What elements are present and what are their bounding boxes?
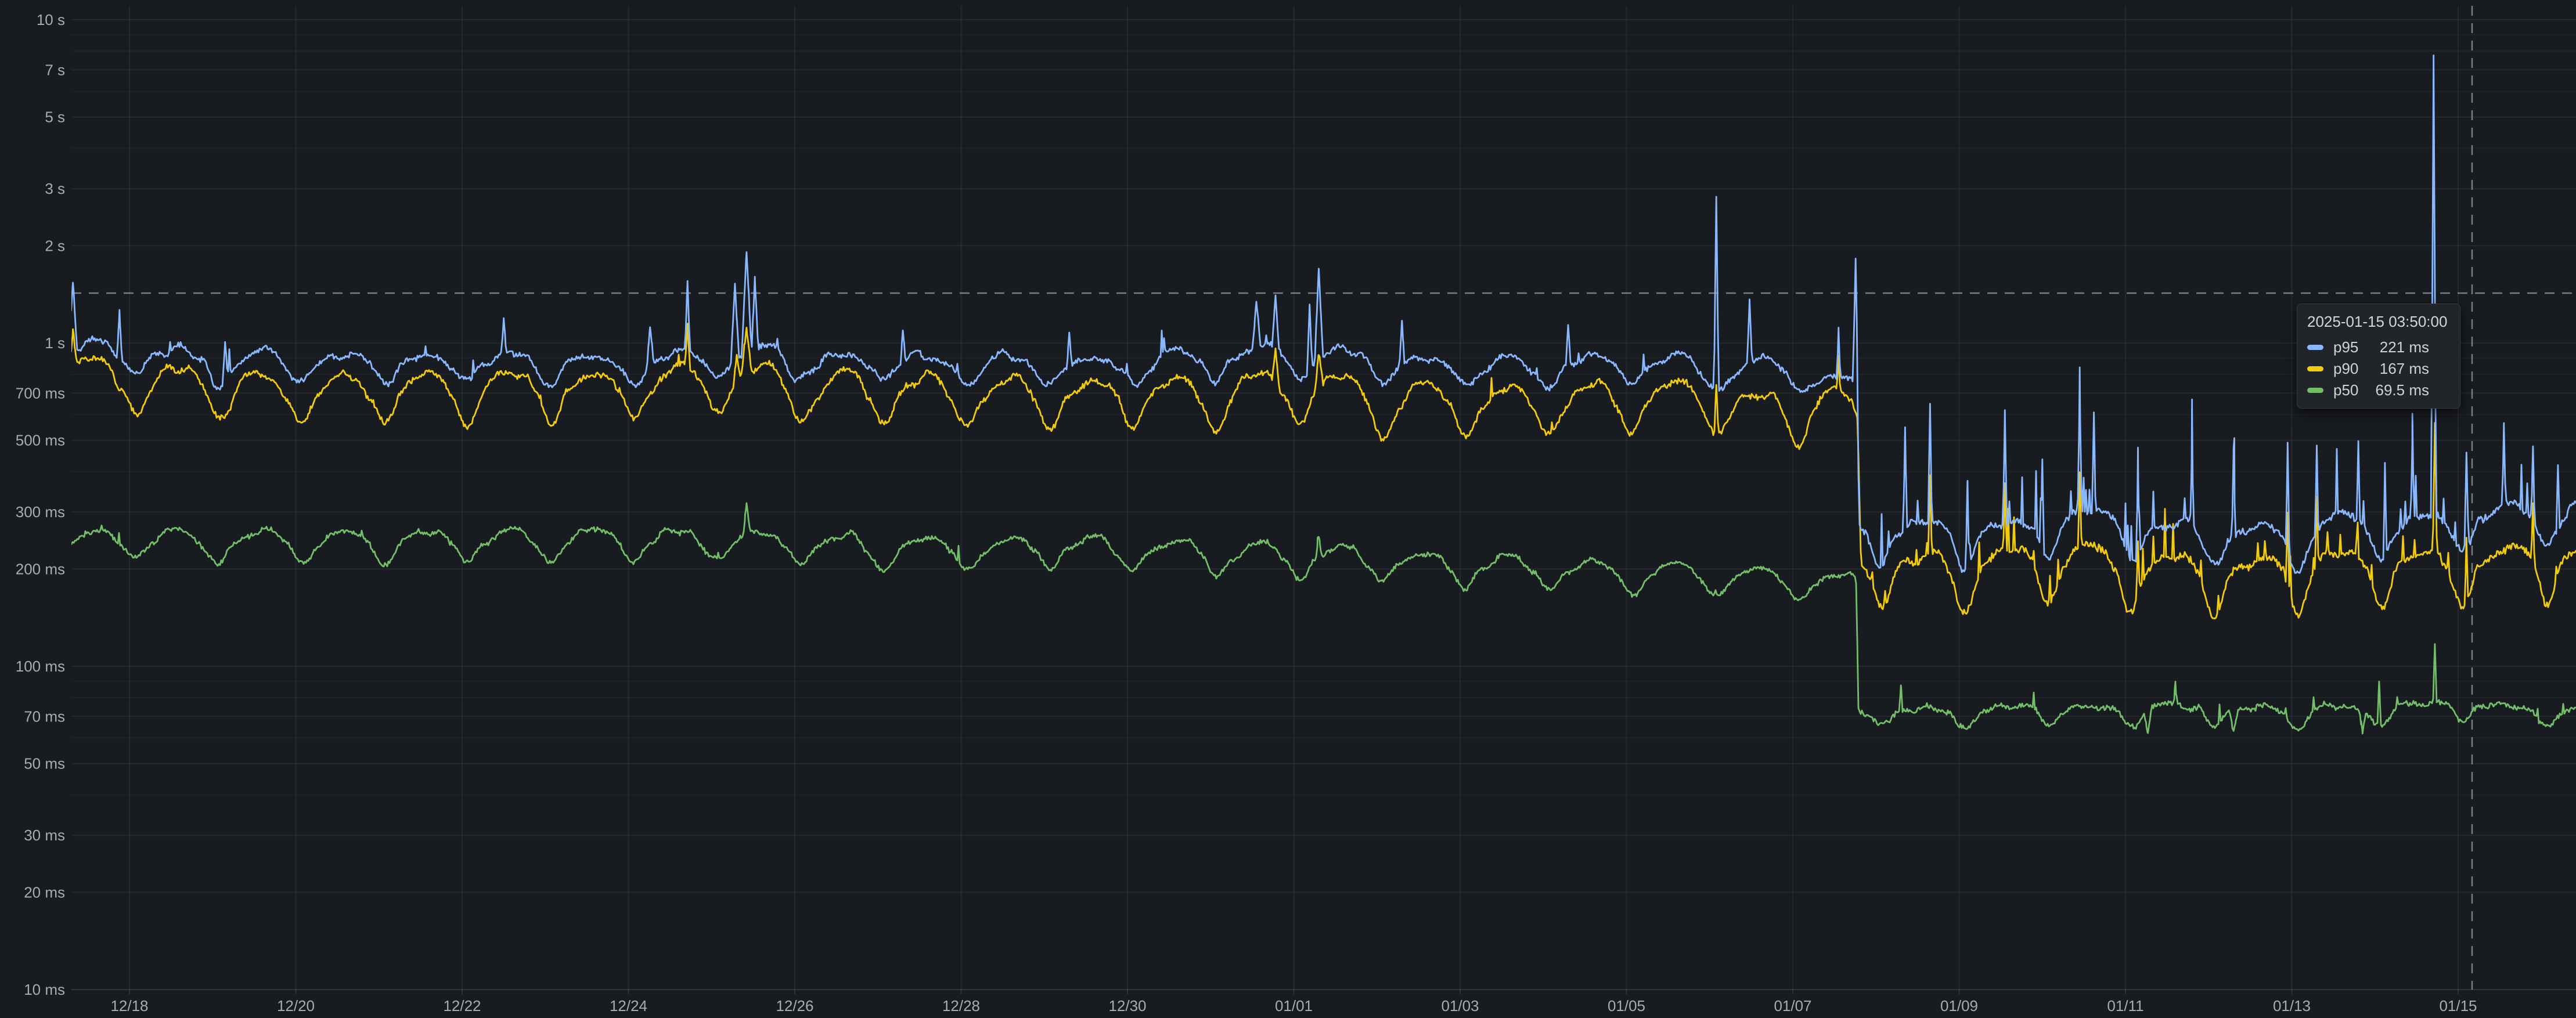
tooltip-rows: p95 221 ms p90 167 ms p50 69.5 ms [2307,337,2450,401]
x-tick-label: 01/01 [1275,997,1313,1015]
series-line-p95 [71,55,2576,573]
tooltip-series-value: 69.5 ms [2376,381,2430,399]
y-tick-label: 5 s [45,109,65,126]
grid-layer [71,6,2576,994]
x-tick-label: 12/24 [610,997,647,1015]
series-color-swatch-icon [2307,388,2323,393]
y-tick-label: 1 s [45,334,65,352]
y-tick-label: 20 ms [24,883,65,901]
x-tick-label: 01/05 [1608,997,1645,1015]
chart-canvas[interactable]: 10 s 7 s 5 s 3 s 2 s 1 s 700 ms 500 ms 300 ms 200… [0,0,2576,1018]
x-tick-label: 12/28 [942,997,980,1015]
tooltip-series-value: 167 ms [2380,360,2429,378]
tooltip-series-label: p90 [2333,360,2358,378]
y-tick-label: 10 s [37,11,65,28]
tooltip-timestamp: 2025-01-15 03:50:00 [2307,312,2450,331]
series-line-p50 [71,503,2576,734]
series-color-swatch-icon [2307,366,2323,371]
x-tick-label: 01/15 [2439,997,2477,1015]
crosshair-layer [71,6,2576,990]
series-color-swatch-icon [2307,345,2323,350]
hover-tooltip: 2025-01-15 03:50:00 p95 221 ms p90 167 ms p5… [2297,304,2460,409]
x-tick-label: 12/26 [776,997,813,1015]
y-tick-label: 70 ms [24,707,65,725]
y-tick-label: 300 ms [16,503,65,521]
x-tick-label: 01/07 [1774,997,1811,1015]
y-tick-label: 100 ms [16,658,65,675]
series-layer [71,55,2576,734]
tooltip-row-p50: p50 69.5 ms [2307,380,2450,401]
tooltip-series-value: 221 ms [2380,338,2429,356]
x-tick-label: 12/18 [110,997,148,1015]
y-tick-label: 2 s [45,237,65,254]
x-tick-label: 01/09 [1940,997,1978,1015]
y-tick-label: 200 ms [16,560,65,577]
x-tick-label: 01/13 [2273,997,2311,1015]
y-tick-label: 500 ms [16,432,65,449]
series-line-p90 [71,324,2576,619]
x-tick-label: 12/22 [443,997,481,1015]
tooltip-series-label: p50 [2333,381,2358,399]
tooltip-series-label: p95 [2333,338,2358,356]
y-tick-label: 30 ms [24,826,65,844]
tooltip-row-p90: p90 167 ms [2307,358,2450,380]
x-tick-label: 01/11 [2107,997,2143,1015]
y-tick-label: 700 ms [16,384,65,402]
y-tick-label: 7 s [45,61,65,78]
y-tick-label: 10 ms [24,981,65,998]
y-tick-label: 3 s [45,180,65,197]
x-tick-label: 12/20 [277,997,315,1015]
latency-percentiles-panel: 10 s 7 s 5 s 3 s 2 s 1 s 700 ms 500 ms 300 ms 200… [0,0,2576,1018]
tooltip-row-p95: p95 221 ms [2307,337,2450,358]
x-tick-label: 12/30 [1108,997,1146,1015]
y-tick-label: 50 ms [24,755,65,772]
x-tick-label: 01/03 [1441,997,1479,1015]
